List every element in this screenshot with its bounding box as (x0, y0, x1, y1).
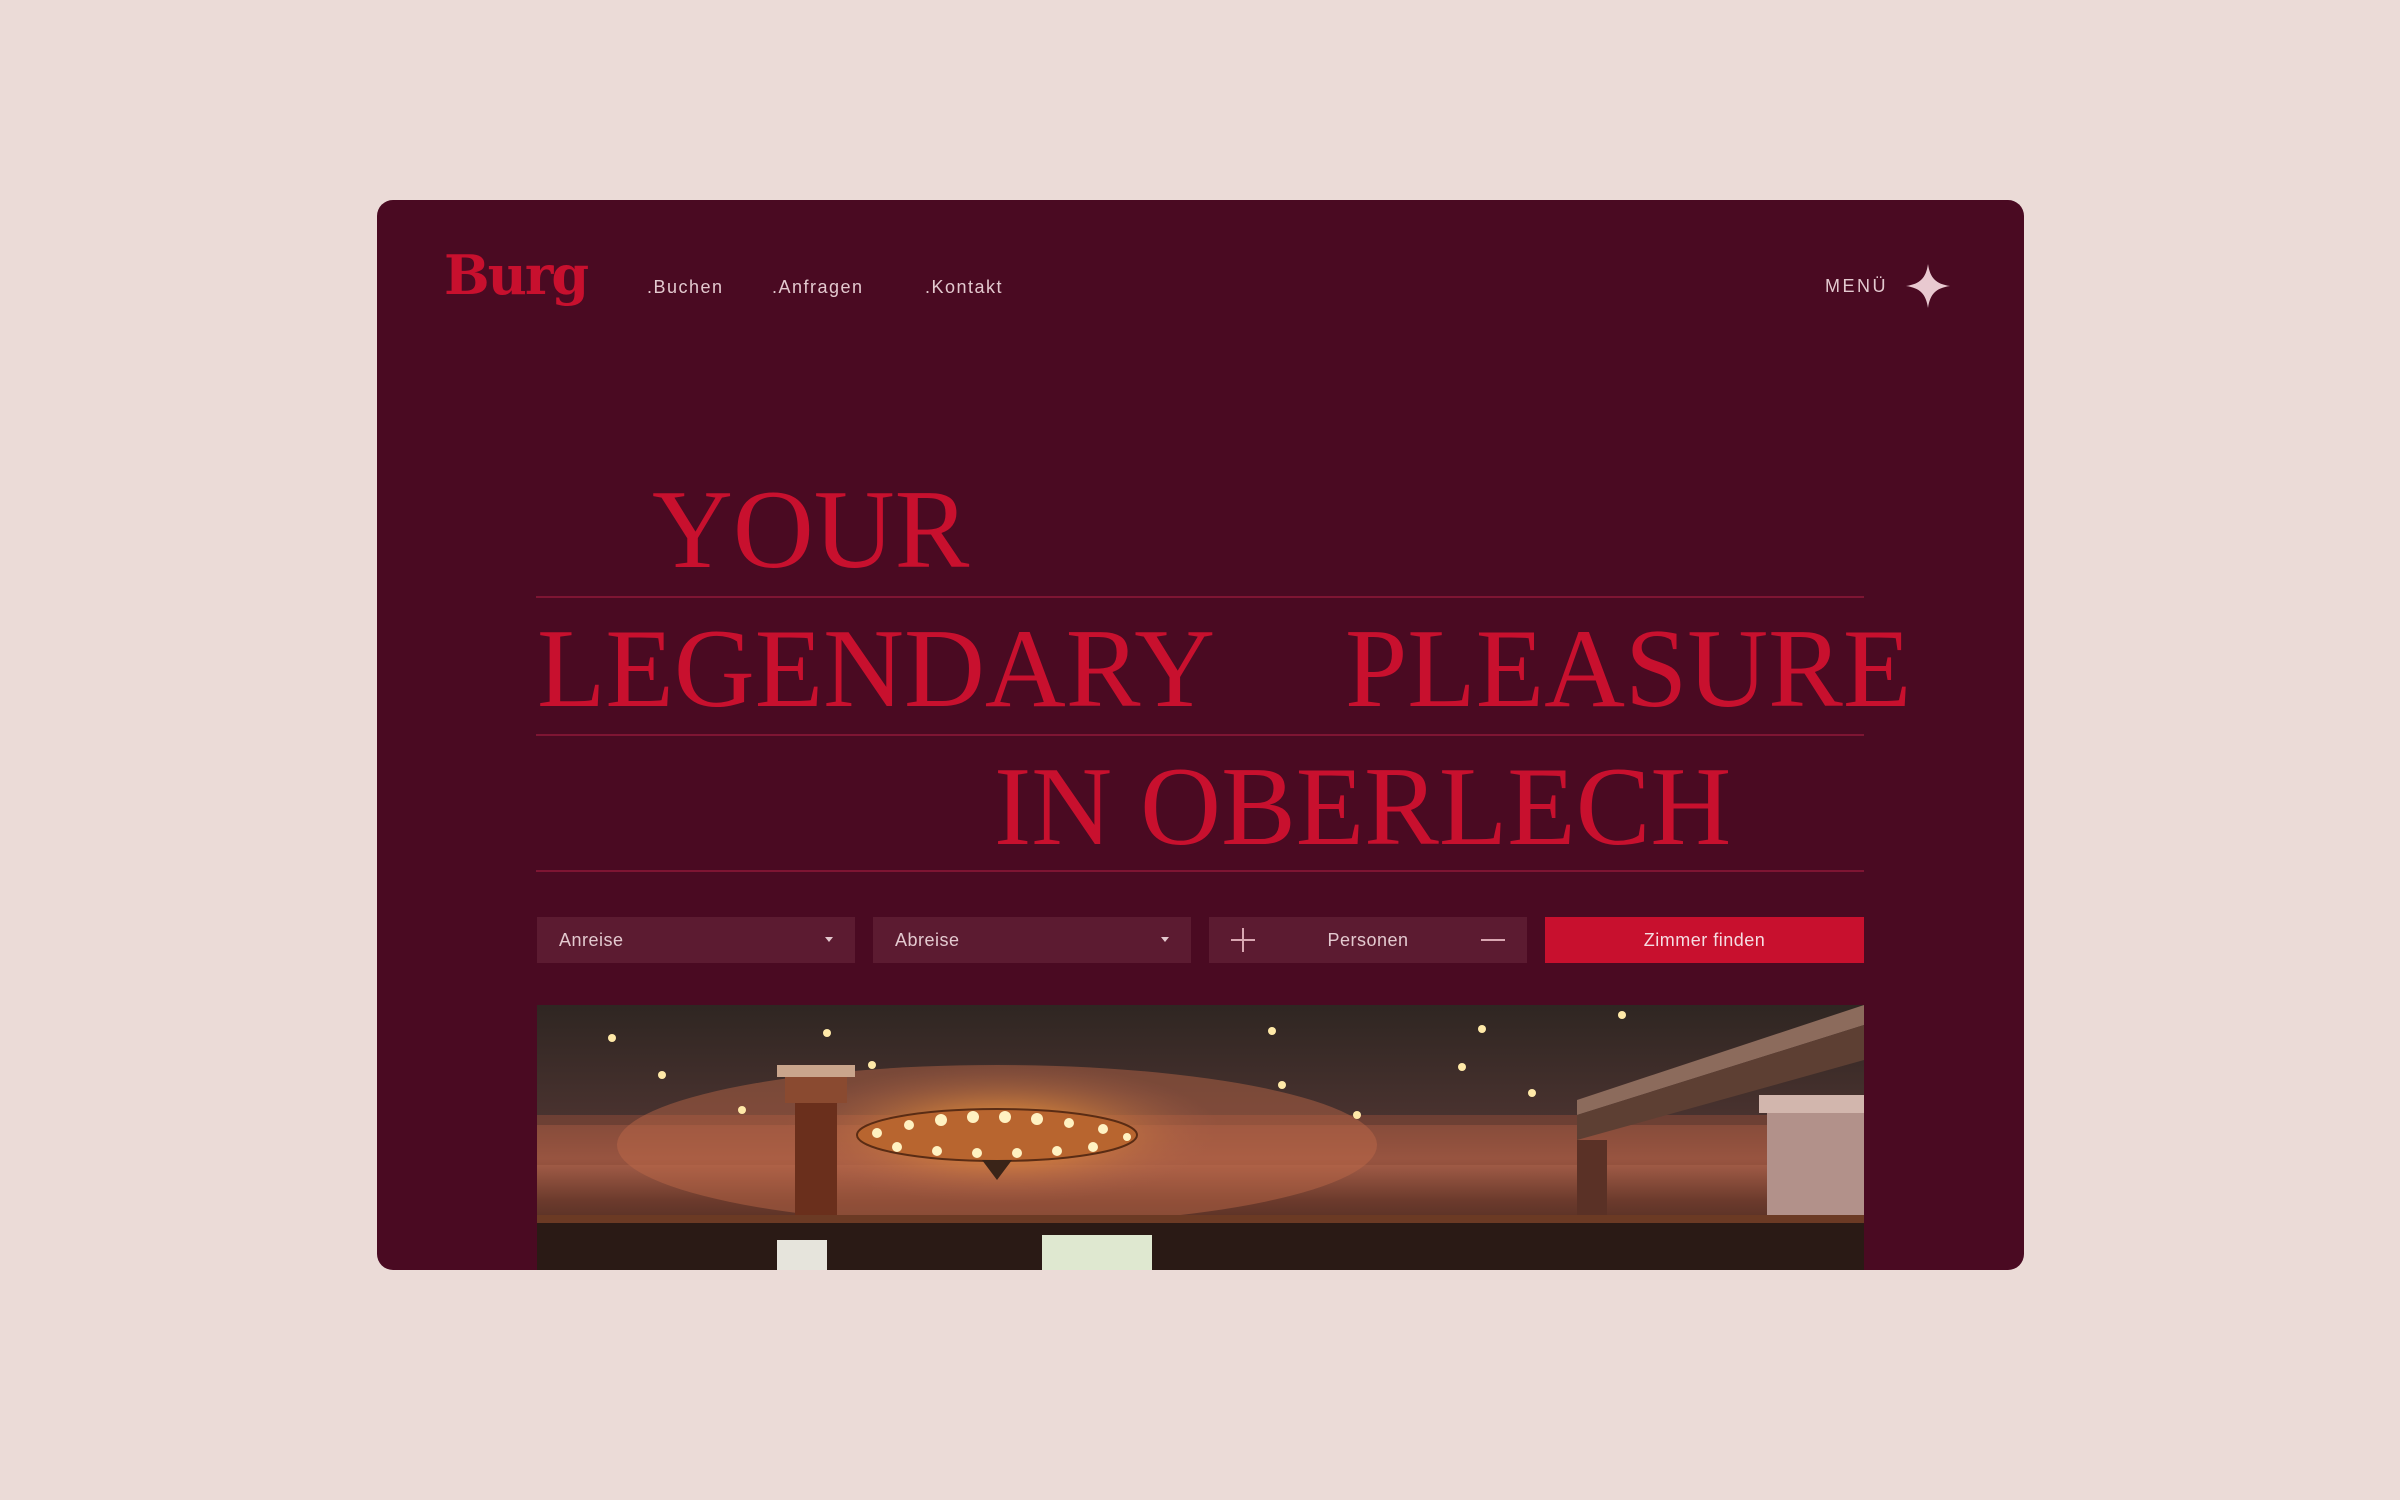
hero-title-line-3: IN OBERLECH (994, 745, 1732, 869)
minus-icon[interactable] (1481, 928, 1505, 952)
nav-link-anfragen[interactable]: .Anfragen (772, 277, 864, 298)
hero-title-line-1: YOUR (652, 468, 970, 592)
departure-date-label: Abreise (895, 929, 960, 950)
caret-down-icon (1161, 937, 1169, 942)
arrival-date-label: Anreise (559, 929, 624, 950)
nav-link-buchen[interactable]: .Buchen (647, 277, 724, 298)
logo[interactable]: Burg (444, 248, 589, 302)
plus-icon[interactable] (1231, 928, 1255, 952)
departure-date-select[interactable]: Abreise (873, 917, 1191, 963)
hotel-interior-photo (537, 1005, 1864, 1270)
persons-stepper: Personen (1209, 917, 1527, 963)
site-window: Burg .Buchen .Anfragen .Kontakt MENÜ YOU… (377, 200, 2024, 1270)
hero-divider (536, 596, 1864, 598)
persons-label: Personen (1327, 929, 1409, 950)
hero-divider (536, 870, 1864, 872)
find-rooms-button[interactable]: Zimmer finden (1545, 917, 1864, 963)
nav-link-kontakt[interactable]: .Kontakt (925, 277, 1003, 298)
caret-down-icon (825, 937, 833, 942)
menu-button[interactable]: MENÜ (1825, 276, 1888, 297)
four-point-star-icon[interactable] (1905, 263, 1951, 309)
arrival-date-select[interactable]: Anreise (537, 917, 855, 963)
hero-title-line-2-right: PLEASURE (1345, 607, 1912, 731)
chandelier-hall-illustration (537, 1005, 1864, 1270)
hero-title-line-2-left: LEGENDARY (537, 607, 1216, 731)
hero-divider (536, 734, 1864, 736)
